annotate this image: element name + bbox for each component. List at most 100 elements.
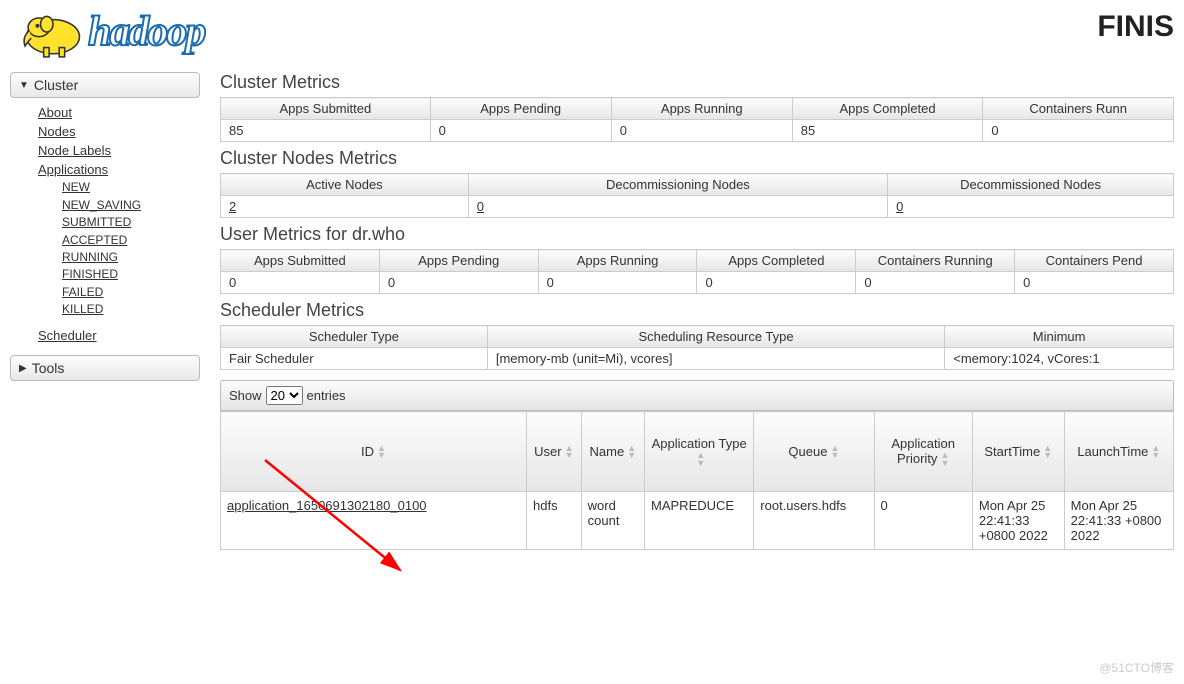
cluster-metrics-table: Apps Submitted Apps Pending Apps Running… <box>220 97 1174 142</box>
sidebar-state-new[interactable]: NEW <box>62 179 200 196</box>
sort-icon: ▲▼ <box>830 445 839 459</box>
td: 0 <box>538 272 697 294</box>
sort-icon: ▲▼ <box>565 445 574 459</box>
triangle-right-icon: ▶ <box>19 363 27 374</box>
sidebar-state-failed[interactable]: FAILED <box>62 284 200 301</box>
scheduler-metrics-table: Scheduler Type Scheduling Resource Type … <box>220 325 1174 370</box>
page-title: FINIS <box>1097 4 1174 44</box>
td: 0 <box>430 120 611 142</box>
td-queue: root.users.hdfs <box>754 491 874 549</box>
sidebar-link-scheduler[interactable]: Scheduler <box>38 327 200 346</box>
sidebar-state-killed[interactable]: KILLED <box>62 301 200 318</box>
hadoop-logo: hadoop <box>14 4 204 60</box>
th: Apps Pending <box>379 250 538 272</box>
th: Apps Running <box>611 98 792 120</box>
sidebar: ▼ Cluster About Nodes Node Labels Applic… <box>10 70 200 550</box>
td: 0 <box>468 196 887 218</box>
th: Minimum <box>945 326 1174 348</box>
th-launch[interactable]: LaunchTime▲▼ <box>1064 412 1173 492</box>
section-title-scheduler-metrics: Scheduler Metrics <box>220 300 1174 321</box>
sidebar-group-cluster[interactable]: ▼ Cluster <box>10 72 200 98</box>
cluster-nodes-table: Active Nodes Decommissioning Nodes Decom… <box>220 173 1174 218</box>
section-title-cluster-nodes: Cluster Nodes Metrics <box>220 148 1174 169</box>
sort-icon: ▲▼ <box>696 452 705 466</box>
td-id: application_1650691302180_0100 <box>221 491 527 549</box>
sidebar-state-accepted[interactable]: ACCEPTED <box>62 232 200 249</box>
th: Apps Submitted <box>221 250 380 272</box>
td: 0 <box>379 272 538 294</box>
td: 0 <box>1015 272 1174 294</box>
watermark: @51CTO博客 <box>1099 659 1174 676</box>
td-name: word count <box>581 491 644 549</box>
page-size-select[interactable]: 20 <box>266 386 303 405</box>
triangle-down-icon: ▼ <box>19 80 29 91</box>
entries-label: entries <box>307 388 346 403</box>
th-priority[interactable]: Application Priority▲▼ <box>874 412 972 492</box>
table-row: 2 0 0 <box>221 196 1174 218</box>
sidebar-group-label: Cluster <box>34 77 78 93</box>
sort-icon: ▲▼ <box>940 452 949 466</box>
sidebar-group-label: Tools <box>32 360 65 376</box>
entries-control: Show 20 entries <box>220 380 1174 411</box>
sidebar-link-nodes[interactable]: Nodes <box>38 123 200 142</box>
table-row: Fair Scheduler [memory-mb (unit=Mi), vco… <box>221 348 1174 370</box>
sort-icon: ▲▼ <box>1043 445 1052 459</box>
decommissioning-link[interactable]: 0 <box>477 199 484 214</box>
th-user[interactable]: User▲▼ <box>527 412 582 492</box>
th: Containers Running <box>856 250 1015 272</box>
td: 0 <box>697 272 856 294</box>
th-name[interactable]: Name▲▼ <box>581 412 644 492</box>
table-row: 85 0 0 85 0 <box>221 120 1174 142</box>
sidebar-link-about[interactable]: About <box>38 104 200 123</box>
show-label: Show <box>229 388 262 403</box>
active-nodes-link[interactable]: 2 <box>229 199 236 214</box>
section-title-user-metrics: User Metrics for dr.who <box>220 224 1174 245</box>
th: Apps Submitted <box>221 98 431 120</box>
table-row: application_1650691302180_0100 hdfs word… <box>221 491 1174 549</box>
td: Fair Scheduler <box>221 348 488 370</box>
sort-icon: ▲▼ <box>1151 445 1160 459</box>
td-user: hdfs <box>527 491 582 549</box>
th: Decommissioned Nodes <box>888 174 1174 196</box>
td-start: Mon Apr 25 22:41:33 +0800 2022 <box>972 491 1064 549</box>
sidebar-state-running[interactable]: RUNNING <box>62 249 200 266</box>
decommissioned-link[interactable]: 0 <box>896 199 903 214</box>
td-launch: Mon Apr 25 22:41:33 +0800 2022 <box>1064 491 1173 549</box>
user-metrics-table: Apps Submitted Apps Pending Apps Running… <box>220 249 1174 294</box>
td: 0 <box>611 120 792 142</box>
applications-table: ID▲▼ User▲▼ Name▲▼ Application Type▲▼ Qu… <box>220 411 1174 550</box>
th-id[interactable]: ID▲▼ <box>221 412 527 492</box>
sidebar-state-submitted[interactable]: SUBMITTED <box>62 214 200 231</box>
th-queue[interactable]: Queue▲▼ <box>754 412 874 492</box>
sidebar-state-new-saving[interactable]: NEW_SAVING <box>62 197 200 214</box>
th: Apps Pending <box>430 98 611 120</box>
th-type[interactable]: Application Type▲▼ <box>645 412 754 492</box>
table-row: 0 0 0 0 0 0 <box>221 272 1174 294</box>
th: Active Nodes <box>221 174 469 196</box>
th: Decommissioning Nodes <box>468 174 887 196</box>
th: Apps Running <box>538 250 697 272</box>
sidebar-group-tools[interactable]: ▶ Tools <box>10 355 200 381</box>
td: <memory:1024, vCores:1 <box>945 348 1174 370</box>
td-priority: 0 <box>874 491 972 549</box>
th: Scheduling Resource Type <box>487 326 944 348</box>
td-type: MAPREDUCE <box>645 491 754 549</box>
sort-icon: ▲▼ <box>627 445 636 459</box>
section-title-cluster-metrics: Cluster Metrics <box>220 72 1174 93</box>
sidebar-link-node-labels[interactable]: Node Labels <box>38 142 200 161</box>
th: Containers Pend <box>1015 250 1174 272</box>
sidebar-link-applications[interactable]: Applications <box>38 161 200 180</box>
th-start[interactable]: StartTime▲▼ <box>972 412 1064 492</box>
td: 0 <box>856 272 1015 294</box>
logo-text: hadoop <box>88 8 204 56</box>
td: [memory-mb (unit=Mi), vcores] <box>487 348 944 370</box>
td: 0 <box>888 196 1174 218</box>
sidebar-state-finished[interactable]: FINISHED <box>62 266 200 283</box>
th: Containers Runn <box>983 98 1174 120</box>
td: 0 <box>221 272 380 294</box>
td: 2 <box>221 196 469 218</box>
td: 0 <box>983 120 1174 142</box>
sort-icon: ▲▼ <box>377 445 386 459</box>
th: Apps Completed <box>792 98 983 120</box>
application-id-link[interactable]: application_1650691302180_0100 <box>227 498 427 513</box>
